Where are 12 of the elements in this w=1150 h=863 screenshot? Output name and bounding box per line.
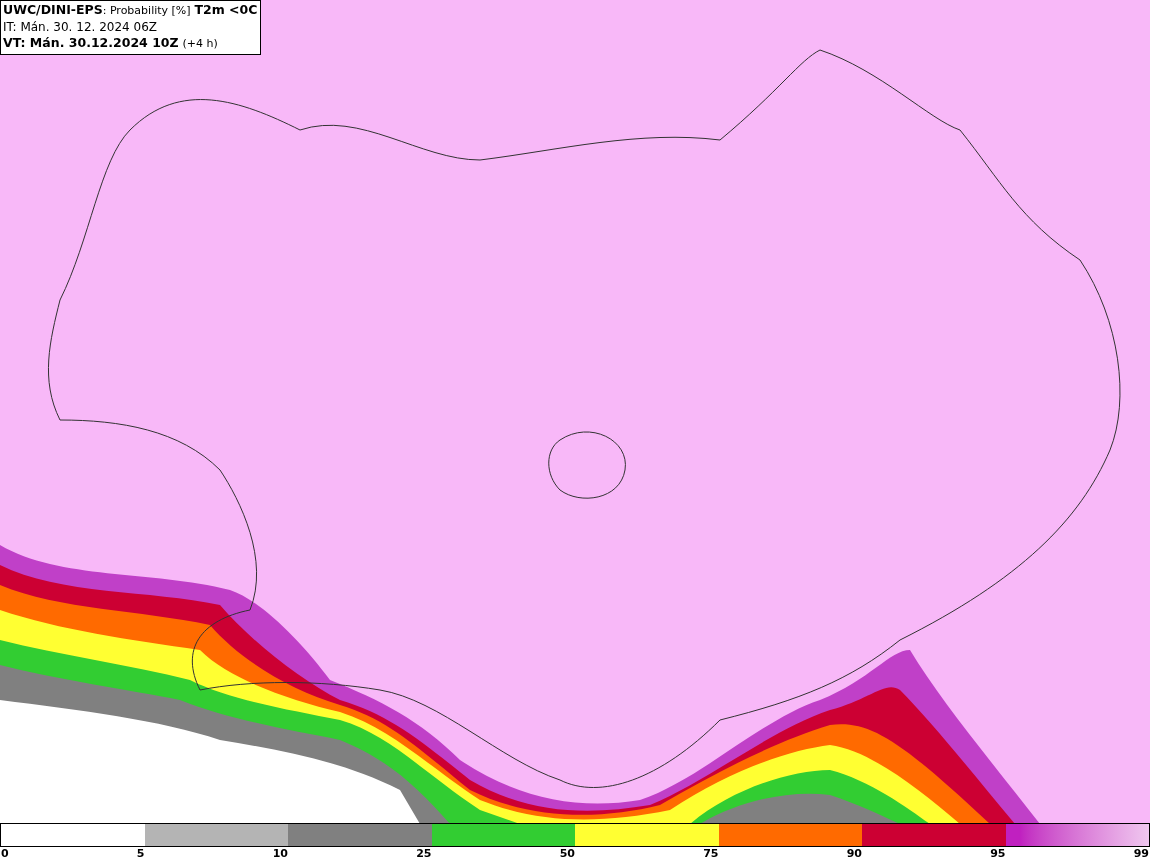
scale-label: 99 bbox=[1133, 847, 1149, 862]
scale-label: 95 bbox=[990, 847, 1006, 862]
valid-time: VT: Mán. 30.12.2024 10Z (+4 h) bbox=[3, 35, 219, 52]
scale-label: 5 bbox=[136, 847, 145, 862]
scale-label: 25 bbox=[416, 847, 432, 862]
scale-label: 75 bbox=[703, 847, 719, 862]
chart-title: UWC/DINI-EPS: Probability [%] T2m <0C bbox=[3, 2, 258, 19]
scale-label: 10 bbox=[272, 847, 288, 862]
scale-label: 90 bbox=[846, 847, 862, 862]
scale-label: 50 bbox=[559, 847, 575, 862]
issue-time: IT: Mán. 30. 12. 2024 06Z bbox=[3, 19, 158, 35]
scale-label: 0 bbox=[1, 847, 9, 862]
